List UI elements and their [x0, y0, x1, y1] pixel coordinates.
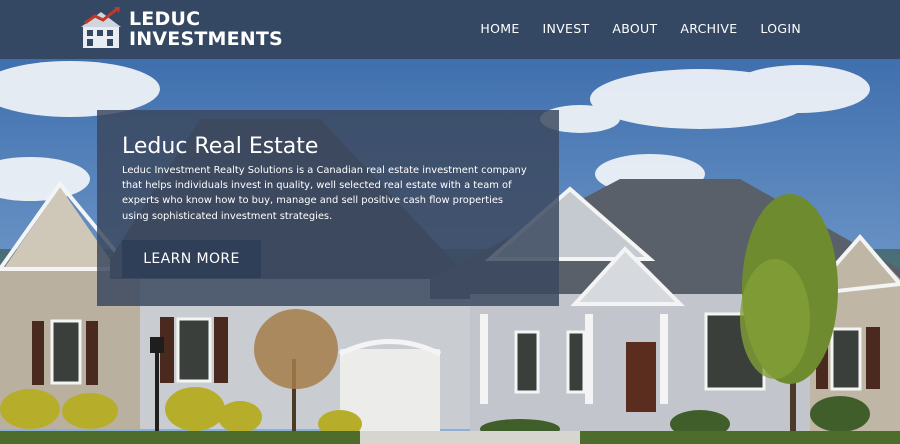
navbar: LEDUC INVESTMENTS HOME INVEST ABOUT ARCH… — [0, 0, 900, 59]
nav-login[interactable]: LOGIN — [760, 21, 801, 36]
brand-line2: INVESTMENTS — [129, 28, 283, 50]
brand-line1: LEDUC — [129, 8, 201, 30]
brand-wordmark: LEDUC INVESTMENTS — [129, 9, 283, 49]
hero-description: Leduc Investment Realty Solutions is a C… — [122, 165, 527, 222]
house-logo-icon — [81, 7, 121, 48]
nav-archive[interactable]: ARCHIVE — [680, 21, 737, 36]
main-nav: HOME INVEST ABOUT ARCHIVE LOGIN — [480, 21, 801, 36]
brand-logo[interactable]: LEDUC INVESTMENTS — [81, 6, 283, 52]
hero-card: Leduc Real Estate Leduc Investment Realt… — [97, 110, 559, 306]
learn-more-button[interactable]: LEARN MORE — [122, 240, 261, 278]
nav-invest[interactable]: INVEST — [543, 21, 590, 36]
nav-about[interactable]: ABOUT — [612, 21, 657, 36]
hero-title: Leduc Real Estate — [122, 134, 319, 159]
nav-home[interactable]: HOME — [480, 21, 519, 36]
